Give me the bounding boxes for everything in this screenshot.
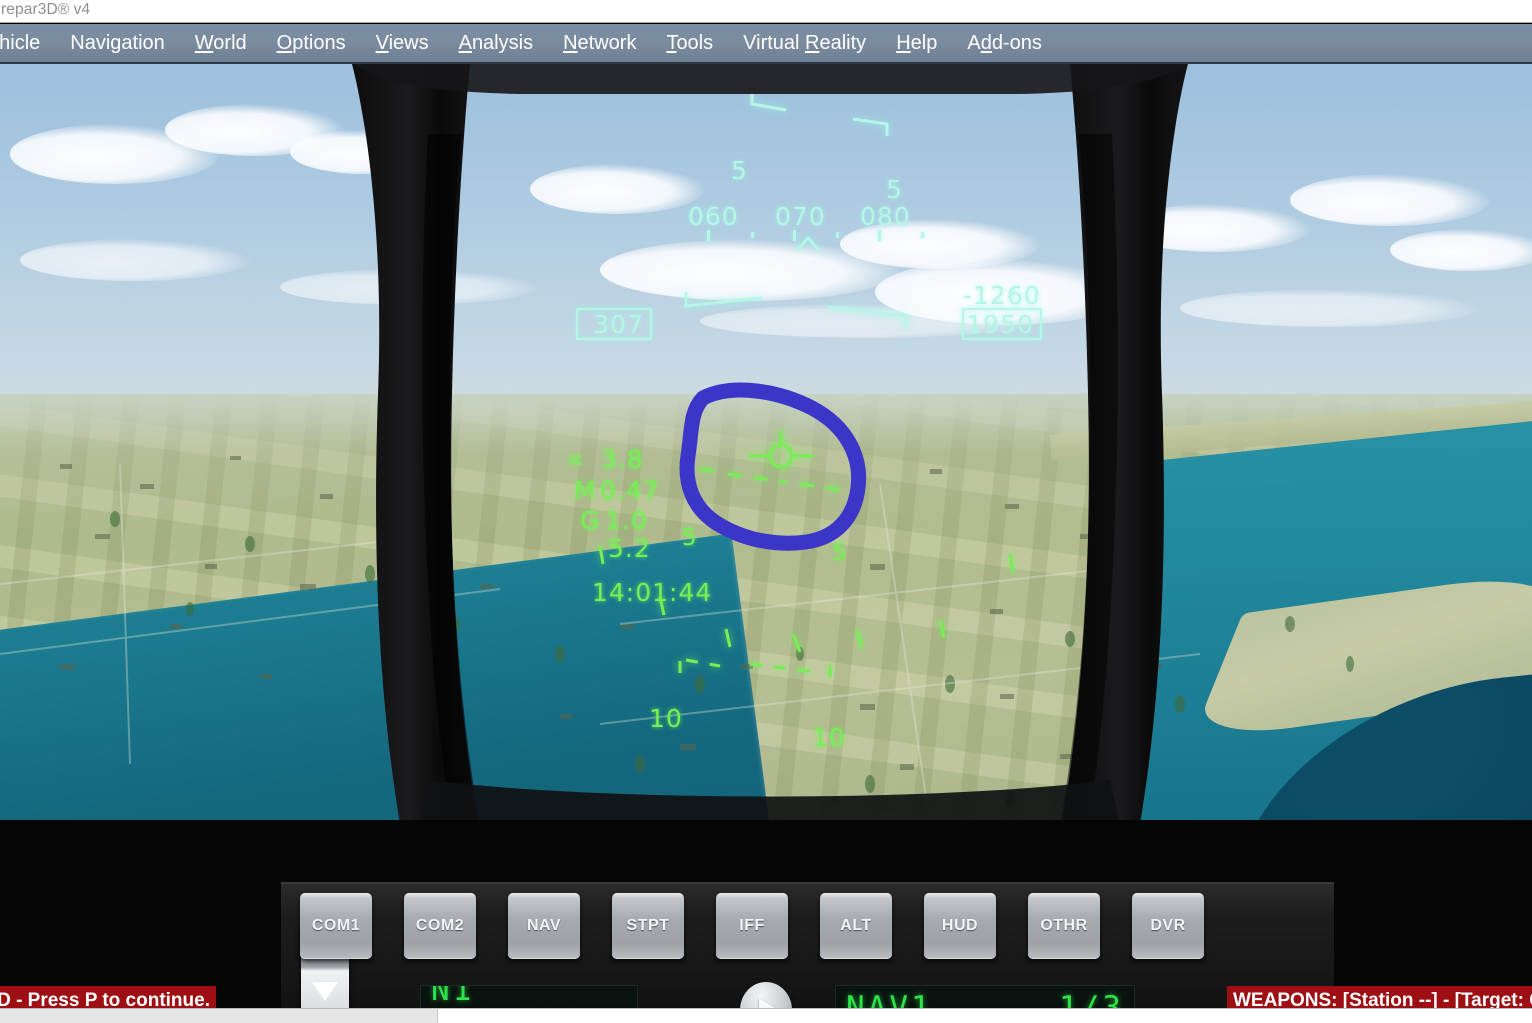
menu-item-help[interactable]: Help — [896, 30, 937, 57]
menu-item-vehicle[interactable]: ehicle — [0, 30, 40, 57]
ufc-button-nav[interactable]: NAV — [508, 892, 580, 959]
window-title: tin® Prepar3D® v4 — [0, 1, 91, 18]
window-title-bar: tin® Prepar3D® v4 — [0, 0, 1532, 23]
rocker-down-arrow-icon[interactable] — [312, 982, 338, 1001]
menu-item-tools[interactable]: Tools — [666, 30, 713, 57]
ufc-button-alt[interactable]: ALT — [820, 892, 892, 959]
ufc-button-othr[interactable]: OTHR — [1028, 892, 1100, 959]
ufc-button-dvr[interactable]: DVR — [1132, 892, 1204, 959]
ufc-button-stpt[interactable]: STPT — [612, 892, 684, 959]
windows-taskbar[interactable] — [0, 1008, 1532, 1023]
menu-label: ehicle — [0, 31, 41, 54]
menu-item-world[interactable]: World — [195, 30, 247, 57]
taskbar-item[interactable] — [0, 1009, 438, 1023]
menu-item-navigation[interactable]: Navigation — [70, 30, 165, 57]
menu-item-add-ons[interactable]: Add-ons — [967, 30, 1042, 57]
prepar3d-window: tin® Prepar3D® v4 ehicle Navigation Worl… — [0, 0, 1532, 1023]
ufc-button-hud[interactable]: HUD — [924, 892, 996, 959]
menu-item-views[interactable]: Views — [376, 30, 429, 57]
ufc-button-row[interactable]: COM1 COM2 NAV STPT IFF ALT HUD OTHR DVR — [300, 888, 1330, 963]
ufc-button-com2[interactable]: COM2 — [404, 892, 476, 959]
menu-item-options[interactable]: Options — [277, 30, 346, 57]
menu-item-analysis[interactable]: Analysis — [459, 30, 533, 57]
ufc-button-iff[interactable]: IFF — [716, 892, 788, 959]
menu-bar[interactable]: ehicle Navigation World Options Views An… — [0, 24, 1532, 64]
menu-item-network[interactable]: Network — [563, 30, 636, 57]
ufc-button-com1[interactable]: COM1 — [300, 892, 372, 959]
menu-item-virtual-reality[interactable]: Virtual Reality — [743, 30, 866, 57]
